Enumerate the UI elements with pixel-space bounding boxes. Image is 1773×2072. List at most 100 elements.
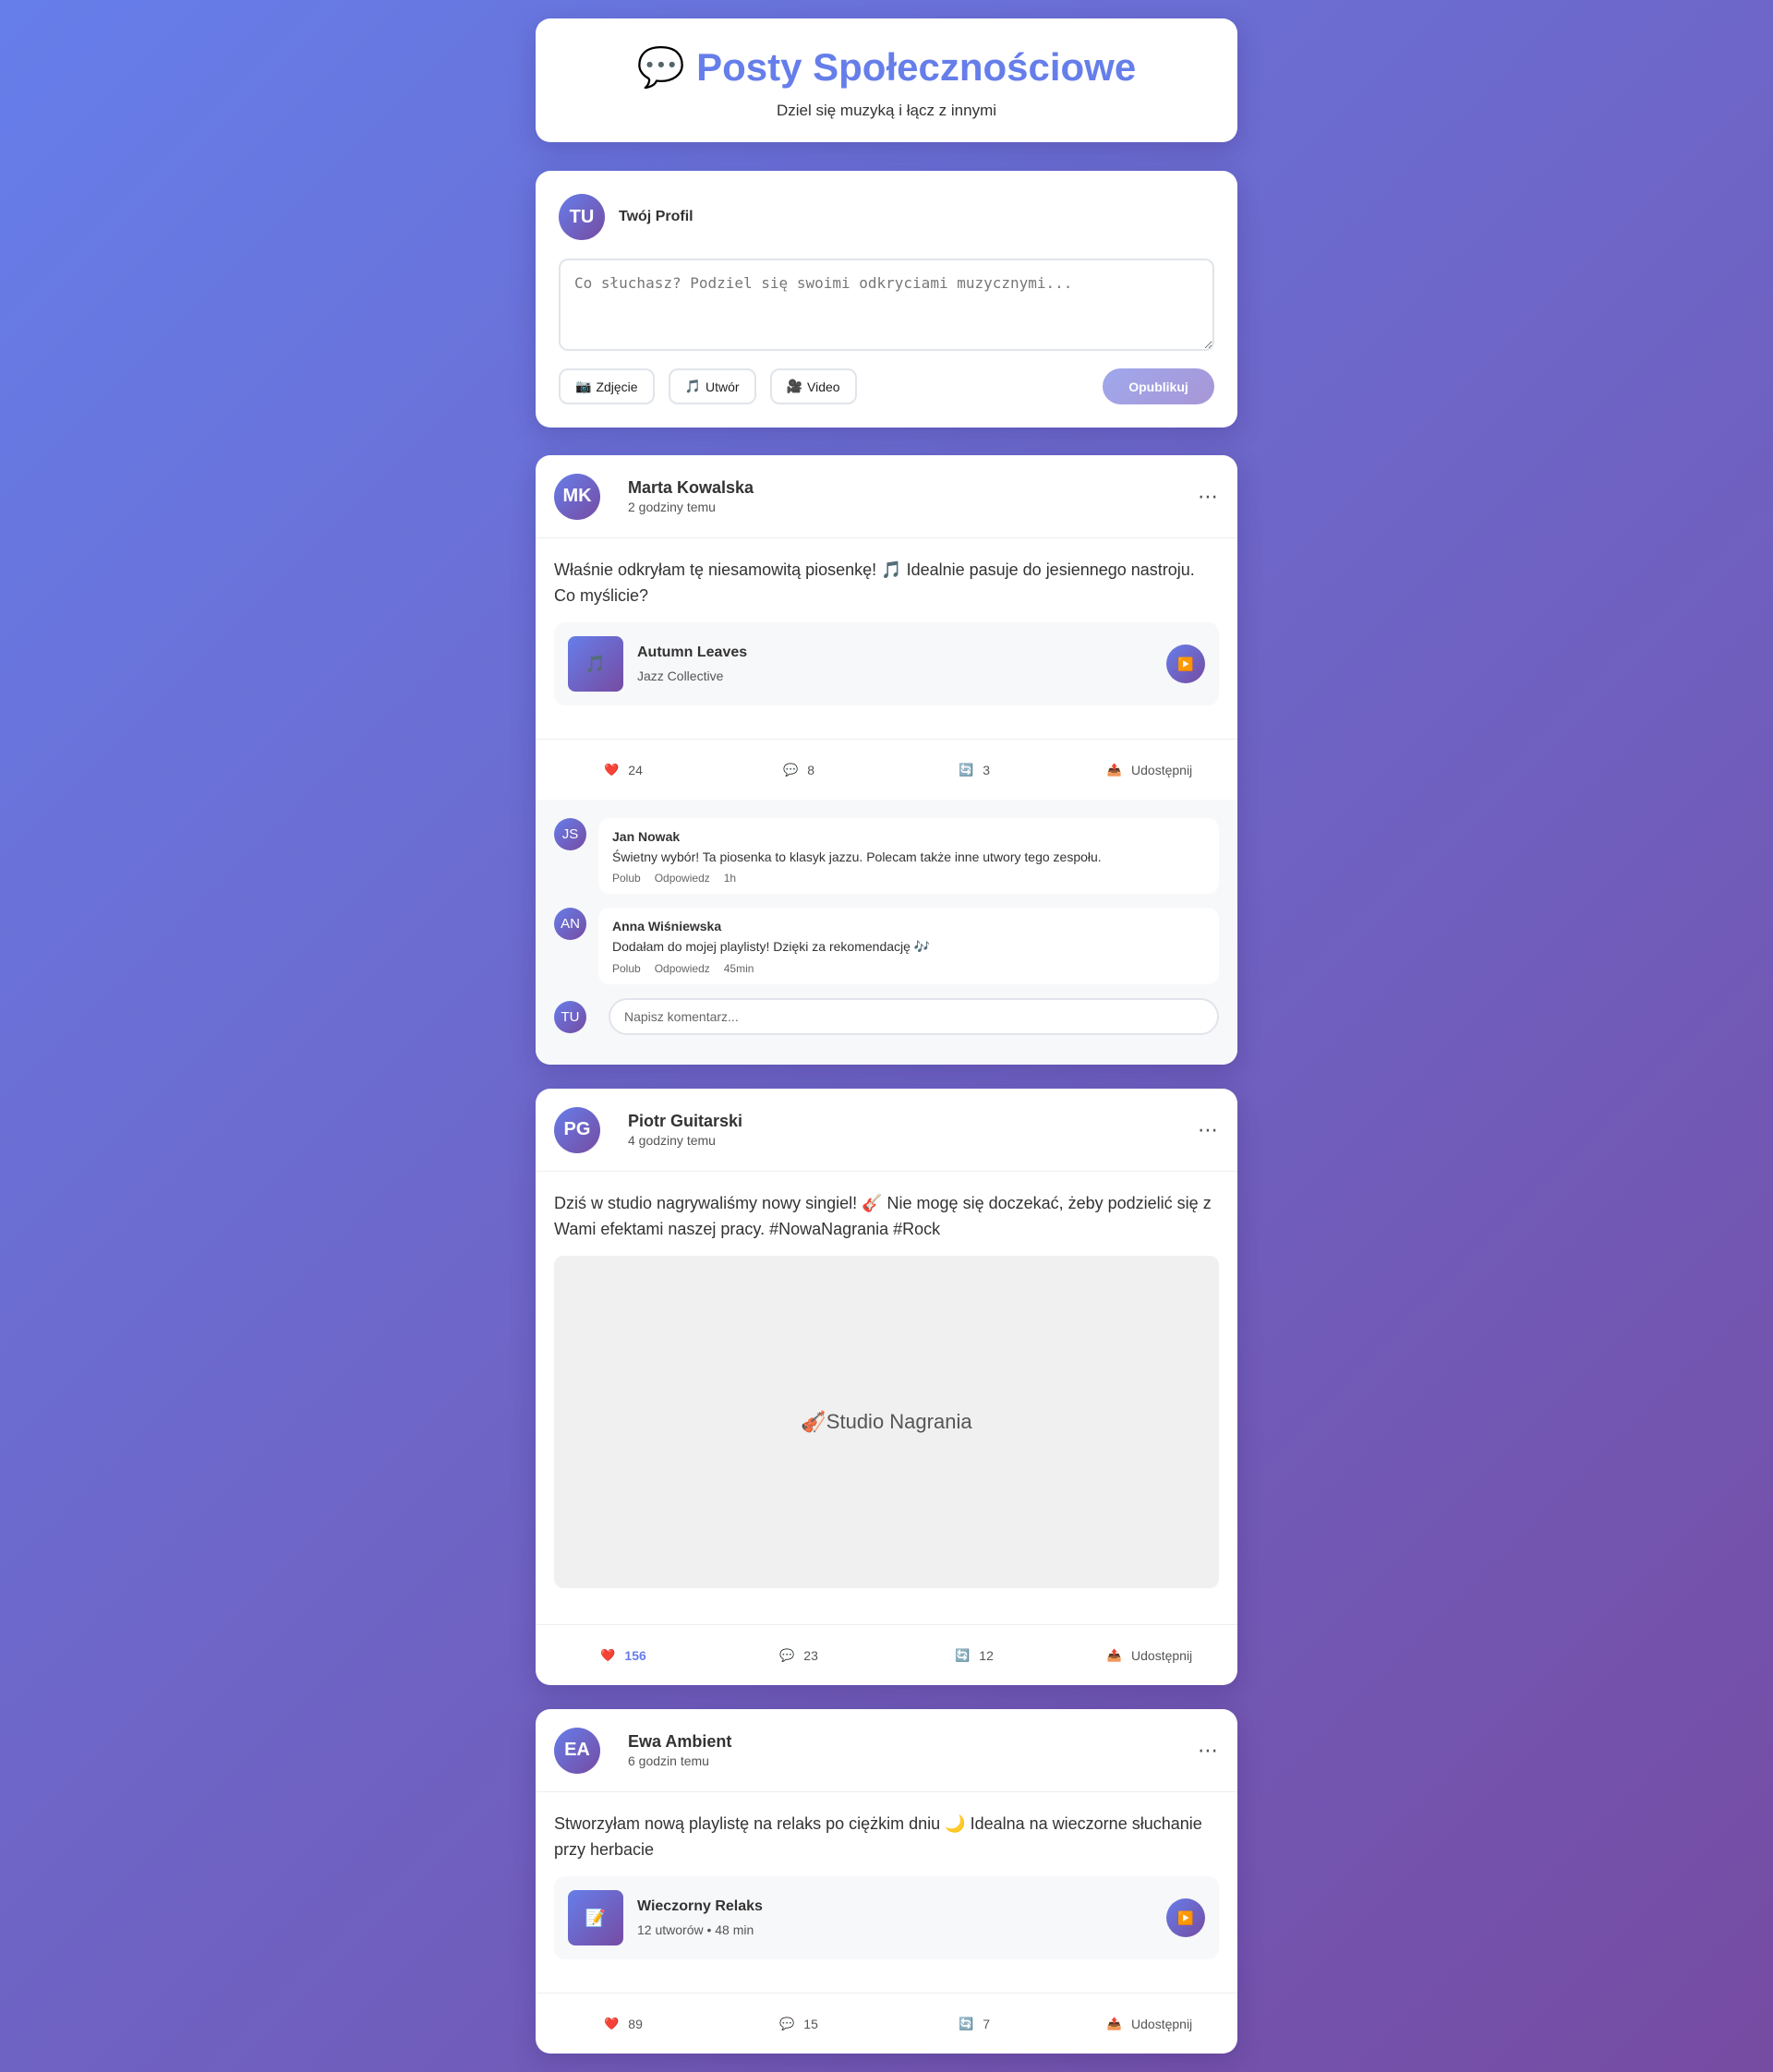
add-track-label: Utwór — [706, 379, 740, 394]
like-count: 24 — [628, 762, 643, 777]
like-button[interactable]: ❤️ 24 — [536, 763, 711, 777]
comment-input[interactable] — [609, 998, 1219, 1035]
like-button[interactable]: ❤️ 156 — [536, 1648, 711, 1663]
post-header: PG Piotr Guitarski 4 godziny temu ⋯ — [536, 1089, 1237, 1172]
music-info: Autumn Leaves Jazz Collective — [637, 644, 747, 683]
memo-icon: 📝 — [568, 1890, 623, 1946]
repost-button[interactable]: 🔄 7 — [886, 2017, 1062, 2031]
comment-meta: Polub Odpowiedz 45min — [612, 962, 1205, 975]
page-subtitle: Dziel się muzyką i łącz z innymi — [776, 102, 997, 119]
avatar[interactable]: JS — [554, 818, 586, 850]
post-time: 6 godzin temu — [628, 1753, 709, 1768]
video-camera-icon: 🎥 — [786, 379, 803, 393]
post-time: 2 godziny temu — [628, 500, 716, 514]
like-count: 89 — [628, 2016, 643, 2031]
like-button[interactable]: ❤️ 89 — [536, 2017, 711, 2031]
post-author[interactable]: Piotr Guitarski — [628, 1112, 742, 1131]
more-options-icon[interactable]: ⋯ — [1198, 1739, 1219, 1763]
share-button[interactable]: 📤 Udostępnij — [1062, 2017, 1237, 2031]
repost-icon: 🔄 — [959, 762, 974, 777]
comment-text: Dodałam do mojej playlisty! Dzięki za re… — [612, 939, 931, 954]
post-text: Stworzyłam nową playlistę na relaks po c… — [554, 1814, 1202, 1859]
play-button[interactable]: ▶️ — [1166, 1898, 1205, 1937]
post-author[interactable]: Ewa Ambient — [628, 1732, 731, 1752]
share-button[interactable]: 📤 Udostępnij — [1062, 1648, 1237, 1663]
playlist-info: Wieczorny Relaks 12 utworów • 48 min — [637, 1898, 763, 1937]
avatar[interactable]: AN — [554, 908, 586, 940]
post-card: MK Marta Kowalska 2 godziny temu ⋯ Właśn… — [536, 455, 1237, 1065]
heart-icon: ❤️ — [604, 762, 620, 777]
share-icon: 📤 — [1106, 762, 1123, 777]
add-track-button[interactable]: 🎵 Utwór — [668, 368, 756, 404]
comment-input-row: TU — [554, 998, 1219, 1035]
comment-button[interactable]: 💬 23 — [711, 1648, 886, 1663]
post-card: EA Ewa Ambient 6 godzin temu ⋯ Stworzyła… — [536, 1709, 1237, 2054]
playlist-card[interactable]: 📝 Wieczorny Relaks 12 utworów • 48 min ▶… — [554, 1876, 1219, 1959]
share-button[interactable]: 📤 Udostępnij — [1062, 763, 1237, 777]
comment-count: 15 — [803, 2016, 818, 2031]
comment-bubble: Jan Nowak Świetny wybór! Ta piosenka to … — [598, 818, 1219, 894]
comment-like-link[interactable]: Polub — [612, 962, 641, 975]
like-count: 156 — [624, 1647, 646, 1663]
comment-author[interactable]: Jan Nowak — [612, 829, 1205, 844]
page-header: 💬 Posty Społecznościowe Dziel się muzyką… — [536, 18, 1237, 142]
composer-profile: TU Twój Profil — [559, 194, 1214, 240]
repost-button[interactable]: 🔄 3 — [886, 763, 1062, 777]
comments-section: JS Jan Nowak Świetny wybór! Ta piosenka … — [536, 800, 1237, 1065]
comment-time: 45min — [723, 962, 754, 975]
more-options-icon[interactable]: ⋯ — [1198, 1118, 1219, 1142]
comment-button[interactable]: 💬 15 — [711, 2017, 886, 2031]
add-video-button[interactable]: 🎥 Video — [769, 368, 857, 404]
post-actions: ❤️ 24 💬 8 🔄 3 📤 Udostępnij — [536, 739, 1237, 800]
repost-count: 7 — [983, 2016, 990, 2031]
share-label: Udostępnij — [1131, 762, 1193, 777]
comment-icon: 💬 — [779, 1647, 795, 1662]
comment-author[interactable]: Anna Wiśniewska — [612, 919, 1205, 934]
post-text: Właśnie odkryłam tę niesamowitą piosenkę… — [554, 560, 1195, 605]
post-actions: ❤️ 89 💬 15 🔄 7 📤 Udostępnij — [536, 1993, 1237, 2054]
share-label: Udostępnij — [1131, 2016, 1193, 2031]
page-title: 💬 Posty Społecznościowe — [536, 44, 1237, 90]
repost-button[interactable]: 🔄 12 — [886, 1648, 1062, 1663]
comment-like-link[interactable]: Polub — [612, 872, 641, 885]
post-image-label: 🎻Studio Nagrania — [801, 1410, 972, 1433]
repost-count: 3 — [983, 762, 990, 777]
post-header: MK Marta Kowalska 2 godziny temu ⋯ — [536, 455, 1237, 538]
repost-icon: 🔄 — [955, 1647, 971, 1662]
publish-button[interactable]: Opublikuj — [1103, 368, 1214, 404]
post-time: 4 godziny temu — [628, 1133, 716, 1148]
post-meta: Ewa Ambient 6 godzin temu — [628, 1732, 731, 1768]
share-icon: 📤 — [1106, 1647, 1123, 1662]
comment-button[interactable]: 💬 8 — [711, 763, 886, 777]
avatar[interactable]: EA — [554, 1727, 600, 1774]
playlist-title: Wieczorny Relaks — [637, 1898, 763, 1914]
repost-count: 12 — [979, 1647, 994, 1663]
comment-item: JS Jan Nowak Świetny wybór! Ta piosenka … — [554, 818, 1219, 894]
page-title-text: Posty Społecznościowe — [696, 45, 1137, 89]
comment-reply-link[interactable]: Odpowiedz — [655, 962, 710, 975]
post-author[interactable]: Marta Kowalska — [628, 478, 754, 498]
profile-name[interactable]: Twój Profil — [619, 209, 694, 225]
post-image[interactable]: 🎻Studio Nagrania — [554, 1256, 1219, 1588]
avatar[interactable]: MK — [554, 473, 600, 520]
composer-actions: 📷 Zdjęcie 🎵 Utwór 🎥 Video Opublikuj — [559, 368, 1214, 404]
comment-text: Świetny wybór! Ta piosenka to klasyk jaz… — [612, 849, 1102, 864]
heart-icon: ❤️ — [604, 2016, 620, 2030]
post-body: Dziś w studio nagrywaliśmy nowy singiel!… — [536, 1172, 1237, 1588]
add-photo-button[interactable]: 📷 Zdjęcie — [559, 368, 655, 404]
heart-icon: ❤️ — [600, 1647, 616, 1662]
post-meta: Marta Kowalska 2 godziny temu — [628, 478, 754, 514]
music-card[interactable]: 🎵 Autumn Leaves Jazz Collective ▶️ — [554, 622, 1219, 705]
comment-item: AN Anna Wiśniewska Dodałam do mojej play… — [554, 908, 1219, 984]
share-label: Udostępnij — [1131, 1647, 1193, 1663]
comment-bubble: Anna Wiśniewska Dodałam do mojej playlis… — [598, 908, 1219, 984]
post-input[interactable] — [559, 259, 1214, 351]
avatar[interactable]: TU — [559, 194, 605, 240]
comment-reply-link[interactable]: Odpowiedz — [655, 872, 710, 885]
play-button[interactable]: ▶️ — [1166, 644, 1205, 683]
more-options-icon[interactable]: ⋯ — [1198, 485, 1219, 509]
avatar[interactable]: PG — [554, 1106, 600, 1153]
playlist-details: 12 utworów • 48 min — [637, 1922, 754, 1937]
comment-time: 1h — [723, 872, 737, 885]
repost-icon: 🔄 — [959, 2016, 974, 2030]
